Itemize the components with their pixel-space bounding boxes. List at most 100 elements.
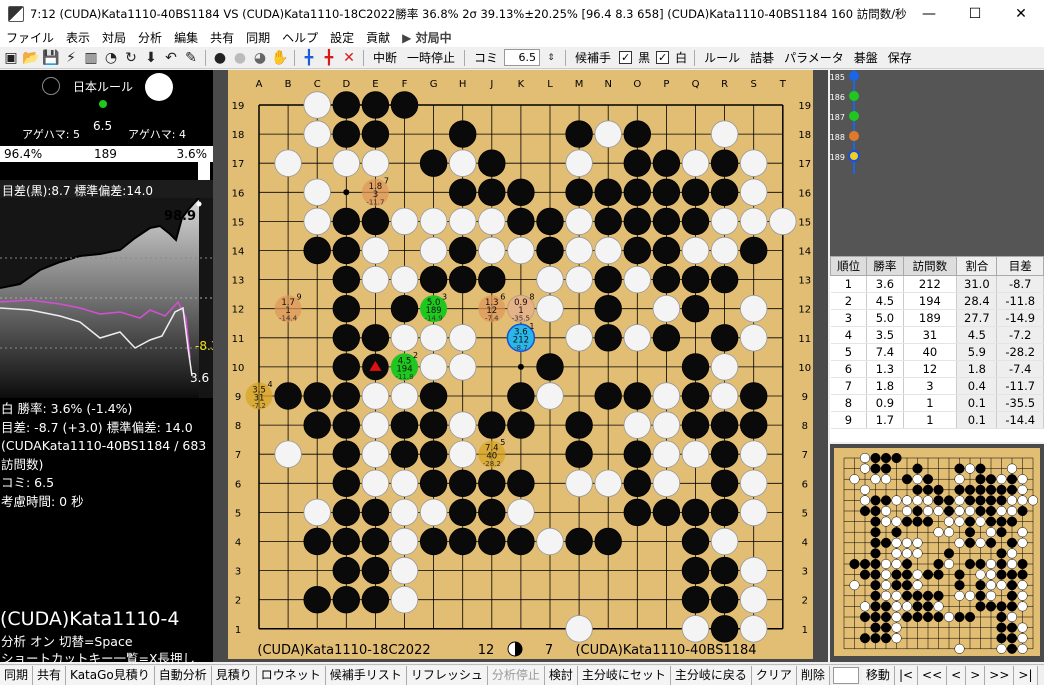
black-stone — [710, 324, 739, 352]
komi-spinner-icon[interactable]: ⇕ — [542, 49, 560, 67]
set-main-branch-button[interactable]: 主分岐にセット — [577, 665, 671, 685]
analysis-icon[interactable]: ◔ — [102, 49, 120, 67]
refresh-button[interactable]: リフレッシュ — [406, 665, 488, 685]
black-stone — [710, 498, 739, 527]
forward-10-button[interactable]: >> — [985, 665, 1015, 685]
minimize-button[interactable]: — — [906, 0, 952, 27]
white-candidates-checkbox[interactable]: ✓ — [656, 51, 670, 64]
table-row[interactable]: 3 5.0 189 27.7 -14.9 — [830, 309, 1044, 327]
close-button[interactable]: ✕ — [998, 0, 1044, 27]
menu-sync[interactable]: 同期 — [240, 29, 276, 46]
clear-button[interactable]: クリア — [751, 665, 797, 685]
mini-black-stone — [975, 590, 986, 601]
interrupt-button[interactable]: 中断 — [369, 49, 401, 66]
goto-move-button[interactable]: 移動 — [861, 665, 895, 685]
variation-node[interactable] — [849, 131, 859, 141]
next-move-button[interactable]: > — [966, 665, 986, 685]
table-row[interactable]: 5 7.4 40 5.9 -28.2 — [830, 343, 1044, 361]
variation-node[interactable] — [849, 111, 859, 121]
header-ratio[interactable]: 割合 — [956, 256, 998, 276]
estimate-button[interactable]: 見積り — [211, 665, 257, 685]
mini-black-stone — [1006, 633, 1018, 644]
coord-blue-icon[interactable]: ╋ — [300, 49, 318, 67]
go-board[interactable]: A B C D E F G H J K L M N O P Q R S T19 1918 1817 1716 1615 151… — [228, 70, 813, 659]
review-button[interactable]: 検討 — [544, 665, 578, 685]
black-candidates-checkbox[interactable]: ✓ — [619, 51, 633, 64]
header-visits[interactable]: 訪問数 — [902, 256, 958, 276]
candidate-list-button[interactable]: 候補手リスト — [325, 665, 407, 685]
lightning-icon[interactable]: ⚡ — [62, 49, 80, 67]
coord-red-icon[interactable]: ╋ — [320, 49, 338, 67]
save-button[interactable]: 保存 — [884, 49, 916, 66]
tsumego-button[interactable]: 詰碁 — [746, 49, 778, 66]
menu-view[interactable]: 表示 — [60, 29, 96, 46]
low-net-button[interactable]: ロウネット — [256, 665, 326, 685]
table-row[interactable]: 6 1.3 12 1.8 -7.4 — [830, 360, 1044, 378]
back-10-button[interactable]: << — [918, 665, 948, 685]
mini-white-stone — [964, 590, 976, 601]
black-stone — [332, 411, 361, 439]
new-game-icon[interactable]: ▣ — [2, 49, 20, 67]
menu-file[interactable]: ファイル — [0, 29, 60, 46]
auto-analysis-button[interactable]: 自動分析 — [154, 665, 212, 685]
table-row[interactable]: 7 1.8 3 0.4 -11.7 — [830, 377, 1044, 395]
pause-button[interactable]: 一時停止 — [403, 49, 459, 66]
first-move-button[interactable]: |< — [894, 665, 919, 685]
undo-icon[interactable]: ↶ — [162, 49, 180, 67]
menu-analysis[interactable]: 分析 — [132, 29, 168, 46]
table-row[interactable]: 4 3.5 31 4.5 -7.2 — [830, 326, 1044, 344]
header-rank[interactable]: 順位 — [829, 256, 868, 276]
katago-estimate-button[interactable]: KataGo見積り — [66, 665, 155, 685]
variation-node[interactable] — [848, 150, 860, 162]
chart-icon[interactable]: ▥ — [82, 49, 100, 67]
black-stone — [681, 265, 710, 294]
prev-move-button[interactable]: < — [947, 665, 967, 685]
table-row[interactable]: 2 4.5 194 28.4 -11.8 — [830, 292, 1044, 310]
variation-node[interactable] — [849, 91, 859, 101]
params-button[interactable]: パラメータ — [780, 49, 848, 66]
back-to-main-button[interactable]: 主分岐に戻る — [670, 665, 752, 685]
delete-button[interactable]: 削除 — [796, 665, 830, 685]
menu-game[interactable]: 対局 — [96, 29, 132, 46]
stop-analysis-button[interactable]: 分析停止 — [487, 665, 545, 685]
toolbar-divider — [694, 49, 696, 66]
move-number-input[interactable] — [832, 666, 859, 684]
window-title: 7:12 (CUDA)Kata1110-40BS1184 VS (CUDA)Ka… — [30, 6, 906, 21]
white-stone — [740, 615, 768, 643]
cell-visits: 3 — [903, 377, 958, 395]
rule-button[interactable]: ルール — [700, 49, 744, 66]
pen-icon[interactable]: ✎ — [182, 49, 200, 67]
share-button[interactable]: 共有 — [33, 665, 67, 685]
header-score[interactable]: 目差 — [996, 256, 1044, 276]
white-stone-icon[interactable]: ● — [231, 49, 249, 67]
menu-settings[interactable]: 設定 — [324, 29, 360, 46]
open-icon[interactable]: 📂 — [22, 49, 40, 67]
table-row[interactable]: 9 1.7 1 0.1 -14.4 — [830, 411, 1044, 429]
komi-input[interactable]: 6.5 — [504, 49, 541, 66]
table-row[interactable]: 1 3.6 212 31.0 -8.7 — [830, 275, 1044, 293]
table-row[interactable]: 8 0.9 1 0.1 -35.5 — [830, 394, 1044, 412]
sync-button[interactable]: 同期 — [0, 665, 34, 685]
maximize-button[interactable]: ☐ — [952, 0, 998, 27]
analysis-info: 白 勝率: 3.6% (-1.4%) 目差: -8.7 (+3.0) 標準偏差:… — [0, 400, 213, 511]
toolbar-divider — [565, 49, 567, 66]
toolbar: ▣ 📂 💾 ⚡ ▥ ◔ ↻ ⬇ ↶ ✎ ● ● ◕ ✋ ╋ ╋ ✕ 中断 一時停… — [0, 47, 1044, 69]
save-icon[interactable]: 💾 — [42, 49, 60, 67]
clear-marks-icon[interactable]: ✕ — [340, 49, 358, 67]
menu-contribute[interactable]: 貢献 — [360, 29, 396, 46]
menu-help[interactable]: ヘルプ — [276, 29, 324, 46]
menu-edit[interactable]: 編集 — [168, 29, 204, 46]
board-button[interactable]: 碁盤 — [850, 49, 882, 66]
white-stone — [361, 382, 390, 410]
last-move-button[interactable]: >| — [1014, 665, 1038, 685]
header-winrate[interactable]: 勝率 — [866, 256, 904, 276]
menu-share[interactable]: 共有 — [204, 29, 240, 46]
variation-node[interactable] — [849, 71, 859, 81]
black-stone-icon[interactable]: ● — [211, 49, 229, 67]
refresh-icon[interactable]: ↻ — [122, 49, 140, 67]
variation-tree[interactable]: 185 186 187 188 189 — [830, 70, 1044, 256]
mini-board[interactable] — [830, 444, 1044, 662]
alternate-stone-icon[interactable]: ◕ — [251, 49, 269, 67]
down-arrow-icon[interactable]: ⬇ — [142, 49, 160, 67]
hand-icon[interactable]: ✋ — [271, 49, 289, 67]
